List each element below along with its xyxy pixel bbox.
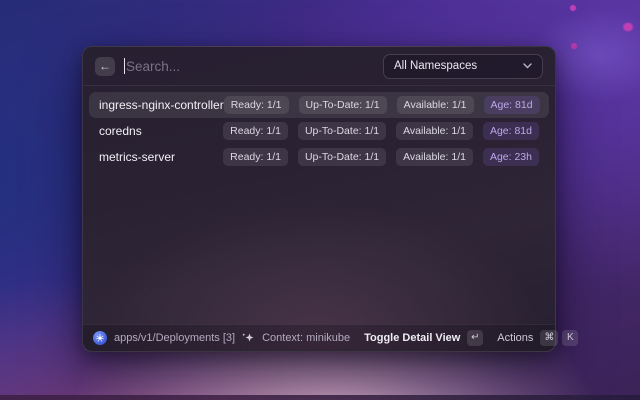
back-arrow-icon: ← xyxy=(99,59,111,73)
search-input[interactable] xyxy=(126,58,374,74)
status-badge: Age: 81d xyxy=(483,95,540,115)
status-badge: Ready: 1/1 xyxy=(223,147,288,167)
k-key-badge: K xyxy=(562,330,579,346)
primary-action-label[interactable]: Toggle Detail View xyxy=(364,332,460,344)
sparkle-icon xyxy=(242,332,255,344)
namespace-dropdown[interactable]: All Namespaces xyxy=(383,53,543,79)
command-key-badge: ⌘ xyxy=(540,330,559,346)
search-header: ← All Namespaces xyxy=(83,47,555,85)
row-badges: Ready: 1/1 Up-To-Date: 1/1 Available: 1/1 A… xyxy=(223,121,539,141)
status-badge: Available: 1/1 xyxy=(396,95,474,115)
status-badge: Up-To-Date: 1/1 xyxy=(297,147,387,167)
deployment-name: coredns xyxy=(99,124,142,138)
deployment-row[interactable]: metrics-server Ready: 1/1 Up-To-Date: 1/1… xyxy=(89,144,549,170)
enter-key-badge: ↵ xyxy=(467,330,484,346)
search-field-wrap xyxy=(124,58,374,74)
row-badges: Ready: 1/1 Up-To-Date: 1/1 Available: 1/1 A… xyxy=(223,95,540,115)
back-button[interactable]: ← xyxy=(95,56,115,76)
row-badges: Ready: 1/1 Up-To-Date: 1/1 Available: 1/1 A… xyxy=(223,147,539,167)
status-badge: Ready: 1/1 xyxy=(223,121,288,141)
deployment-name: metrics-server xyxy=(99,150,176,164)
context-label: Context: minikube xyxy=(262,332,351,344)
raycast-kubernetes-window: ← All Namespaces ingress-nginx-controlle… xyxy=(82,46,579,352)
chevron-down-icon xyxy=(523,63,532,69)
kubernetes-icon xyxy=(93,331,107,345)
status-badge: Up-To-Date: 1/1 xyxy=(298,95,387,115)
status-badge: Age: 81d xyxy=(482,121,539,141)
resource-breadcrumb: apps/v1/Deployments [3] xyxy=(114,332,236,344)
status-footer: apps/v1/Deployments [3] Context: minikub… xyxy=(83,324,579,351)
namespace-dropdown-value: All Namespaces xyxy=(394,60,478,72)
text-caret xyxy=(124,58,125,74)
deployment-row[interactable]: ingress-nginx-controller Ready: 1/1 Up-To… xyxy=(89,92,549,118)
deployment-row[interactable]: coredns Ready: 1/1 Up-To-Date: 1/1 Availab… xyxy=(89,118,549,144)
deployment-name: ingress-nginx-controller xyxy=(99,98,224,112)
actions-menu-label[interactable]: Actions xyxy=(497,332,533,344)
status-badge: Age: 23h xyxy=(482,147,539,167)
deployment-list: ingress-nginx-controller Ready: 1/1 Up-To… xyxy=(83,86,555,324)
status-badge: Available: 1/1 xyxy=(396,147,473,167)
status-badge: Ready: 1/1 xyxy=(223,95,289,115)
screen-bottom-edge xyxy=(0,395,640,400)
actions-shortcut: ⌘ K xyxy=(540,330,579,346)
status-badge: Up-To-Date: 1/1 xyxy=(297,121,387,141)
status-badge: Available: 1/1 xyxy=(396,121,473,141)
